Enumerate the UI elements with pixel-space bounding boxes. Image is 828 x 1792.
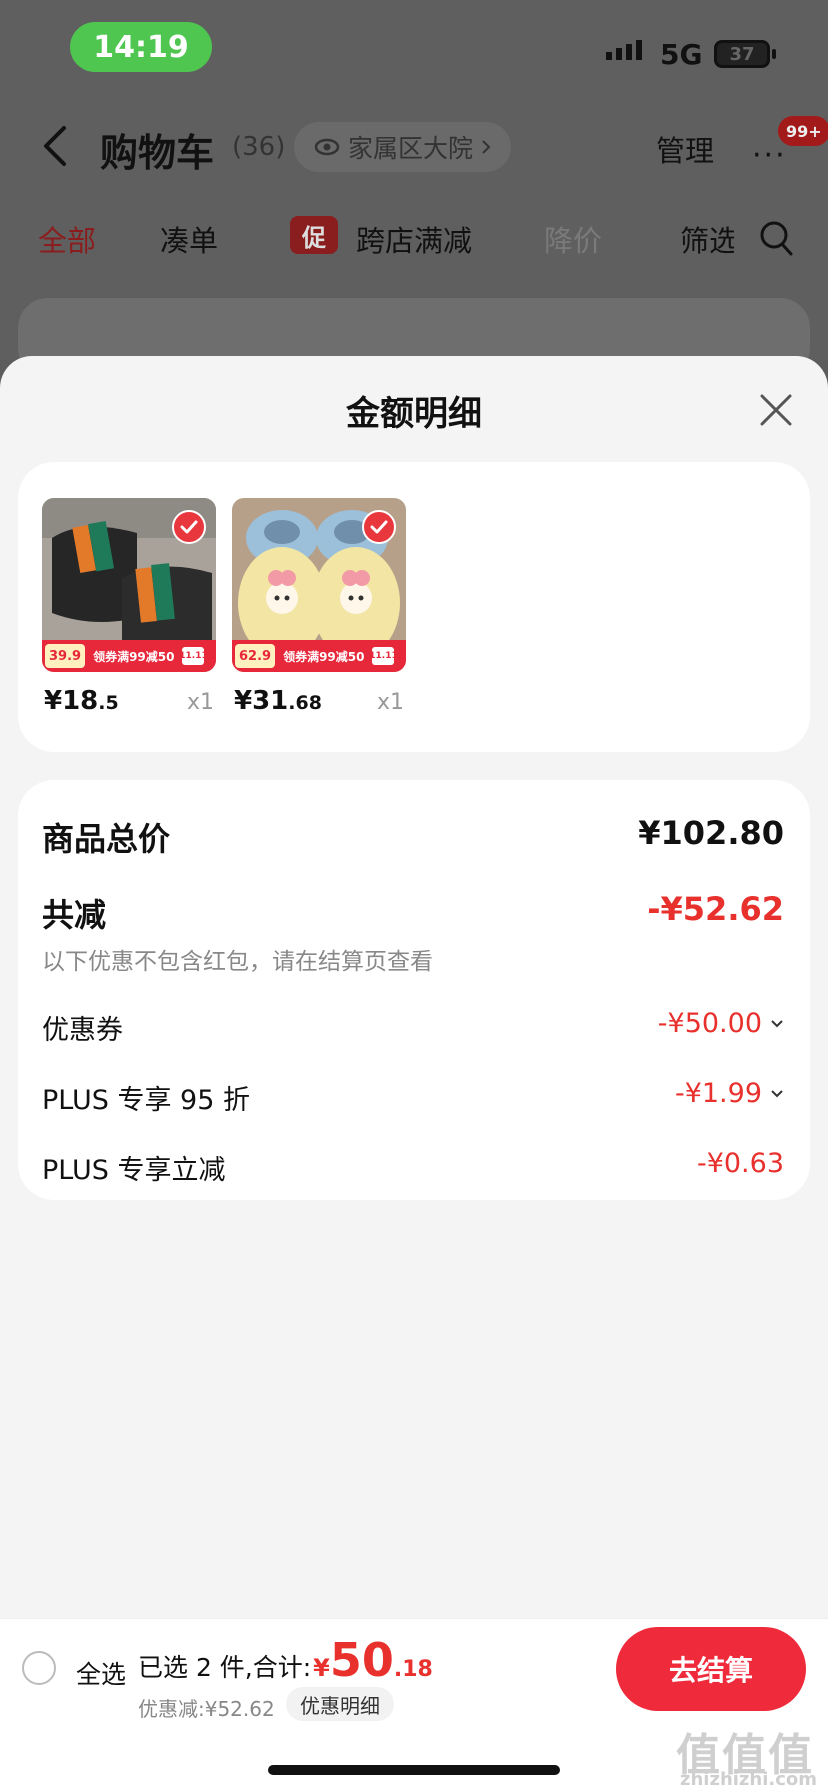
watermark-url: zhizhizhi.com <box>680 1769 818 1790</box>
promo-strip: 62.9 领券满99减50 11.11 <box>232 640 406 672</box>
sheet-title: 金额明细 <box>346 394 482 434</box>
total-price-value: ¥102.80 <box>638 814 784 852</box>
selected-count-label: 已选 2 件,合计: <box>138 1653 312 1682</box>
plus-instant-value: -¥0.63 <box>696 1148 784 1179</box>
product-quantity: x1 <box>376 690 404 715</box>
product-image-plush-slipper: 62.9 领券满99减50 11.11 <box>232 498 406 672</box>
total-amount: 已选 2 件,合计: ¥ 50 .18 <box>138 1633 433 1687</box>
selected-items-card: 39.9 领券满99减50 11.11 ¥18.5 x1 62.9 领券满99减… <box>18 462 810 752</box>
promo-text: 领券满99减50 <box>283 649 365 664</box>
product-price-row: ¥31.68 x1 <box>232 682 406 722</box>
product-price: ¥31.68 <box>234 686 322 716</box>
promo-tag: 11.11 <box>179 647 208 665</box>
cart-page-background: 14:19 5G 37 购物车 (36) 家属区大院 管理 ··· 99+ 全部… <box>0 0 828 378</box>
promo-strip: 39.9 领券满99减50 11.11 <box>42 640 216 672</box>
promo-badge: 促 <box>290 216 338 254</box>
total-discount-value: -¥52.62 <box>647 890 784 928</box>
checked-icon <box>362 510 396 544</box>
product-item[interactable]: 62.9 领券满99减50 11.11 ¥31.68 x1 <box>232 498 406 722</box>
promo-price: 39.9 <box>45 644 86 668</box>
promo-tag: 11.11 <box>369 647 398 665</box>
coupon-label: 优惠券 <box>42 1015 123 1046</box>
promo-text: 领券满99减50 <box>93 649 175 664</box>
price-dec: .68 <box>288 692 322 714</box>
manage-button[interactable]: 管理 <box>656 128 714 170</box>
coupon-value-toggle[interactable]: -¥50.00 <box>658 1008 784 1039</box>
tab-all[interactable]: 全部 <box>38 218 96 260</box>
total-price-label: 商品总价 <box>42 820 171 858</box>
tab-cross-store[interactable]: 跨店满减 <box>356 218 472 260</box>
close-icon[interactable] <box>756 390 796 430</box>
battery-tip <box>772 49 776 59</box>
battery-icon: 37 <box>714 40 770 68</box>
select-all-radio[interactable] <box>22 1651 56 1685</box>
plus-discount-value-toggle[interactable]: -¥1.99 <box>675 1078 784 1109</box>
message-badge: 99+ <box>778 116 828 146</box>
product-item[interactable]: 39.9 领券满99减50 11.11 ¥18.5 x1 <box>42 498 216 722</box>
product-image-slipper: 39.9 领券满99减50 11.11 <box>42 498 216 672</box>
signal-icon <box>606 40 642 60</box>
select-all-label[interactable]: 全选 <box>76 1655 126 1691</box>
cart-count: (36) <box>232 132 286 162</box>
page-title: 购物车 <box>100 131 215 175</box>
eye-icon <box>314 138 340 156</box>
chevron-down-icon <box>771 1019 783 1027</box>
network-label: 5G <box>660 38 703 71</box>
status-time: 14:19 <box>70 22 212 72</box>
discount-note: 以下优惠不包含红包，请在结算页查看 <box>42 949 433 975</box>
discount-summary: 优惠减:¥52.62 <box>138 1697 275 1721</box>
product-price-row: ¥18.5 x1 <box>42 682 216 722</box>
back-icon[interactable] <box>38 122 72 170</box>
price-summary-card: 商品总价 ¥102.80 共减 -¥52.62 以下优惠不包含红包，请在结算页查… <box>18 780 810 1200</box>
product-price: ¥18.5 <box>44 686 119 716</box>
plus-discount-label: PLUS 专享 95 折 <box>42 1085 250 1116</box>
home-indicator <box>268 1765 560 1775</box>
filter-tabs: 全部 凑单 促 跨店满减 降价 筛选 <box>0 212 828 262</box>
coupon-value: -¥50.00 <box>657 1008 762 1039</box>
chevron-down-icon <box>771 1089 783 1097</box>
discount-detail-button[interactable]: 优惠明细 <box>286 1687 394 1721</box>
checkout-button[interactable]: 去结算 <box>616 1627 806 1711</box>
price-dec: .5 <box>98 692 119 714</box>
price-int: ¥18 <box>44 686 99 716</box>
amount-integer: 50 <box>329 1633 394 1687</box>
price-int: ¥31 <box>234 686 289 716</box>
tab-bundle[interactable]: 凑单 <box>160 218 218 260</box>
battery-level: 37 <box>729 43 755 65</box>
total-discount-label: 共减 <box>42 896 107 934</box>
search-icon[interactable] <box>758 218 794 258</box>
more-icon[interactable]: ··· <box>752 138 787 173</box>
checked-icon <box>172 510 206 544</box>
amount-decimal: .18 <box>393 1657 433 1682</box>
address-text: 家属区大院 <box>348 134 474 163</box>
address-selector[interactable]: 家属区大院 <box>294 122 512 172</box>
tab-filter[interactable]: 筛选 <box>680 218 734 260</box>
plus-discount-value: -¥1.99 <box>674 1078 762 1109</box>
amount-detail-sheet: 金额明细 39.9 领券满99减50 11.11 ¥18.5 x1 62.9 领… <box>0 356 828 1618</box>
plus-instant-label: PLUS 专享立减 <box>42 1155 226 1186</box>
chevron-right-icon <box>482 140 491 154</box>
promo-price: 62.9 <box>235 644 276 668</box>
product-quantity: x1 <box>186 690 214 715</box>
tab-price-drop[interactable]: 降价 <box>544 218 602 260</box>
amount-currency: ¥ <box>313 1654 330 1682</box>
checkout-bar: 全选 已选 2 件,合计: ¥ 50 .18 优惠减:¥52.62 优惠明细 去… <box>0 1618 828 1792</box>
